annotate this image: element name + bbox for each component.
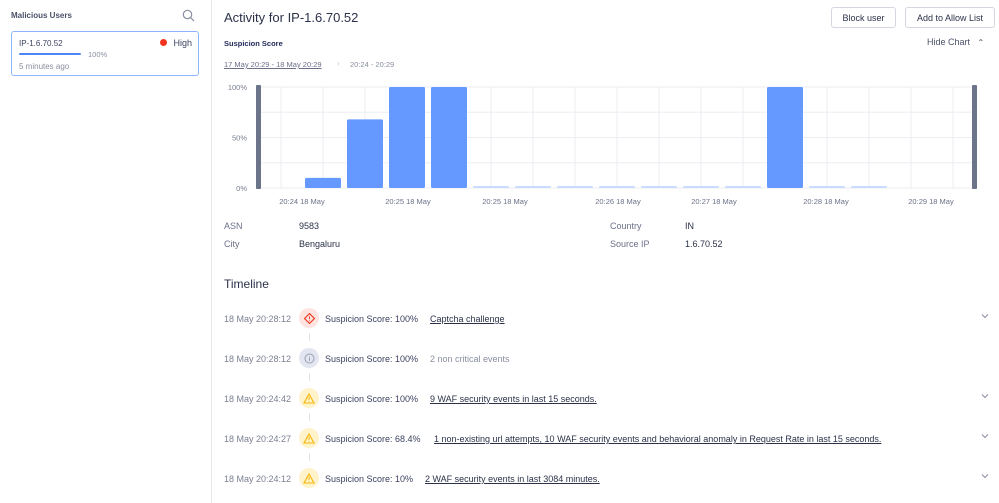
chart-bar (557, 186, 593, 188)
score-percent: 100% (88, 50, 108, 59)
score-bar (19, 53, 81, 55)
country-label: Country (610, 221, 642, 231)
severity-dot-icon (160, 39, 168, 46)
event-time: 18 May 20:28:12 (224, 314, 292, 324)
x-tick-label: 20:29 18 May (908, 197, 954, 206)
chart-bar (431, 87, 467, 188)
chart-bar (305, 177, 341, 188)
timeline-item[interactable]: 18 May 20:24:12 Suspicion Score: 10% 2 W… (224, 467, 994, 491)
event-time: 18 May 20:24:27 (224, 434, 292, 444)
chart-title: Suspicion Score (224, 39, 283, 48)
event-description[interactable]: Captcha challenge (430, 314, 505, 324)
event-score: Suspicion Score: 100% (325, 354, 419, 364)
timeline-item[interactable]: 18 May 20:28:12 Suspicion Score: 100% Ca… (224, 307, 994, 331)
y-tick-label: 100% (228, 83, 248, 92)
user-ip: IP-1.6.70.52 (19, 39, 63, 48)
allow-list-button[interactable]: Add to Allow List (905, 7, 995, 28)
timeline-title: Timeline (224, 277, 269, 291)
event-score: Suspicion Score: 68.4% (325, 434, 421, 444)
event-time: 18 May 20:28:12 (224, 354, 292, 364)
city-label: City (224, 239, 240, 249)
sidebar: Malicious Users IP-1.6.70.52 High 100% 5… (0, 0, 212, 503)
event-description: 2 non critical events (430, 354, 510, 364)
event-score: Suspicion Score: 100% (325, 394, 419, 404)
timeline-connector (309, 453, 310, 461)
chart-bar (725, 186, 761, 188)
city-value: Bengaluru (299, 239, 341, 249)
chart-bar (515, 186, 551, 188)
suspicion-chart: 100% 50% 0% 20:24 18 May 20:25 18 May 20:25 1… (228, 83, 977, 206)
user-card[interactable]: IP-1.6.70.52 High 100% 5 minutes ago (11, 31, 199, 76)
timeline-item[interactable]: 18 May 20:28:12 Suspicion Score: 100% 2 … (224, 347, 994, 371)
event-description[interactable]: 1 non-existing url attempts, 10 WAF secu… (434, 434, 881, 444)
event-description[interactable]: 2 WAF security events in last 3084 minut… (425, 474, 600, 484)
user-time: 5 minutes ago (19, 62, 70, 71)
event-score: Suspicion Score: 10% (325, 474, 414, 484)
y-tick-label: 50% (232, 134, 247, 143)
warning-icon (299, 468, 319, 488)
hide-chart-button[interactable]: Hide Chart ⌃ (927, 37, 984, 47)
date-range-link[interactable]: 17 May 20:29 - 18 May 20:29 (224, 60, 322, 69)
x-tick-label: 20:25 18 May (482, 197, 528, 206)
timeline-connector (309, 413, 310, 421)
breadcrumb-separator-icon: › (337, 59, 340, 68)
chart-bar (599, 186, 635, 188)
timeline-item[interactable]: 18 May 20:24:42 Suspicion Score: 100% 9 … (224, 387, 994, 411)
chart-bar (641, 186, 677, 188)
timeline-connector (309, 333, 310, 341)
source-ip-label: Source IP (610, 239, 650, 249)
warning-icon (299, 428, 319, 448)
source-ip-value: 1.6.70.52 (685, 239, 723, 249)
search-icon[interactable] (182, 9, 195, 22)
block-user-button[interactable]: Block user (831, 7, 896, 28)
timeline-connector (309, 373, 310, 381)
timeline-item[interactable]: 18 May 20:24:27 Suspicion Score: 68.4% 1… (224, 427, 994, 451)
x-tick-label: 20:26 18 May (595, 197, 641, 206)
info-icon (299, 348, 319, 368)
event-score: Suspicion Score: 100% (325, 314, 419, 324)
x-tick-label: 20:27 18 May (691, 197, 737, 206)
chevron-down-icon[interactable] (980, 391, 990, 401)
x-tick-label: 20:28 18 May (803, 197, 849, 206)
chart-bar (809, 186, 845, 188)
warning-icon (299, 388, 319, 408)
country-value: IN (685, 221, 694, 231)
asn-label: ASN (224, 221, 243, 231)
range-handle-right[interactable] (972, 85, 977, 189)
y-tick-label: 0% (236, 184, 247, 193)
sidebar-title: Malicious Users (11, 11, 72, 20)
event-time: 18 May 20:24:12 (224, 474, 292, 484)
chevron-down-icon[interactable] (980, 471, 990, 481)
asn-value: 9583 (299, 221, 320, 231)
range-handle-left[interactable] (256, 85, 261, 189)
time-subrange: 20:24 - 20:29 (350, 60, 395, 69)
chevron-down-icon[interactable] (980, 311, 990, 321)
severity-badge: High (160, 38, 192, 48)
chevron-up-icon: ⌃ (977, 38, 985, 47)
x-tick-label: 20:25 18 May (385, 197, 431, 206)
x-tick-label: 20:24 18 May (279, 197, 325, 206)
captcha-icon (299, 308, 319, 328)
event-time: 18 May 20:24:42 (224, 394, 292, 404)
page-title: Activity for IP-1.6.70.52 (224, 10, 359, 25)
event-description[interactable]: 9 WAF security events in last 15 seconds… (430, 394, 597, 404)
chart-bar (851, 186, 887, 188)
chart-bar (473, 186, 509, 188)
chart-bar (347, 119, 383, 188)
chevron-down-icon[interactable] (980, 431, 990, 441)
chart-bar (767, 87, 803, 188)
chart-bar (683, 186, 719, 188)
chart-bar (389, 87, 425, 188)
